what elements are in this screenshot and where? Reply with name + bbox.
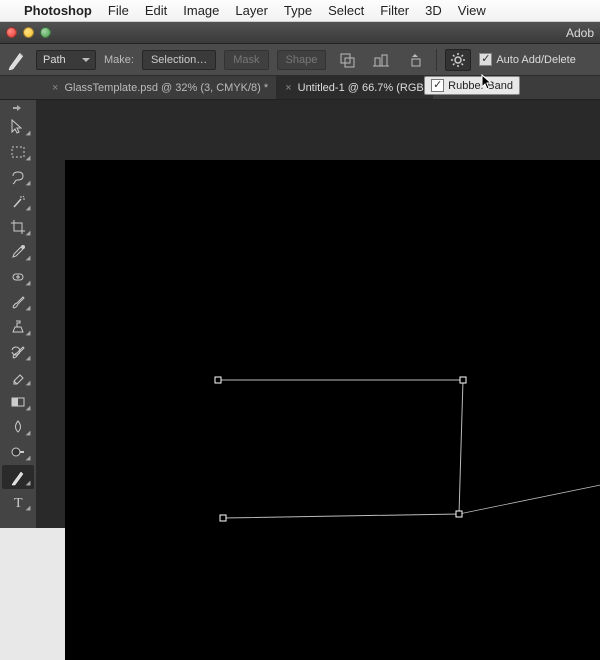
check-icon: ✓ <box>479 53 492 66</box>
blur-tool[interactable] <box>2 415 34 439</box>
marquee-tool[interactable] <box>2 140 34 164</box>
menu-file[interactable]: File <box>108 3 129 18</box>
tab-label: Untitled-1 @ 66.7% (RGB <box>298 82 424 94</box>
app-menu[interactable]: Photoshop <box>24 3 92 18</box>
document-tabbar: × GlassTemplate.psd @ 32% (3, CMYK/8) * … <box>0 76 600 100</box>
pen-tool[interactable] <box>2 465 34 489</box>
close-tab-icon[interactable]: × <box>52 82 58 94</box>
eraser-tool[interactable] <box>2 365 34 389</box>
move-tool[interactable] <box>2 115 34 139</box>
svg-text:T: T <box>14 496 23 511</box>
path-overlay <box>65 160 600 660</box>
menu-select[interactable]: Select <box>328 3 364 18</box>
auto-add-delete-label: Auto Add/Delete <box>496 54 576 66</box>
menu-layer[interactable]: Layer <box>235 3 268 18</box>
menu-type[interactable]: Type <box>284 3 312 18</box>
menu-image[interactable]: Image <box>183 3 219 18</box>
eyedropper-tool[interactable] <box>2 240 34 264</box>
gear-settings-button[interactable] <box>445 49 471 71</box>
document-tab[interactable]: × Untitled-1 @ 66.7% (RGB <box>277 76 433 99</box>
current-tool-icon[interactable] <box>6 49 28 71</box>
rubber-band-popover[interactable]: ✓ Rubber Band <box>424 76 520 95</box>
path-alignment-button[interactable] <box>368 49 394 71</box>
make-shape-button[interactable]: Shape <box>277 50 327 70</box>
window-title: Adob <box>566 26 594 40</box>
menu-filter[interactable]: Filter <box>380 3 409 18</box>
path-arrangement-button[interactable] <box>402 49 428 71</box>
zoom-window-button[interactable] <box>40 27 51 38</box>
menu-edit[interactable]: Edit <box>145 3 167 18</box>
tab-label: GlassTemplate.psd @ 32% (3, CMYK/8) * <box>64 82 268 94</box>
pen-mode-dropdown[interactable]: Path <box>36 50 96 70</box>
make-mask-button[interactable]: Mask <box>224 50 268 70</box>
check-icon: ✓ <box>431 79 444 92</box>
mac-menubar: Photoshop File Edit Image Layer Type Sel… <box>0 0 600 22</box>
menu-view[interactable]: View <box>458 3 486 18</box>
gradient-tool[interactable] <box>2 390 34 414</box>
canvas-viewport[interactable] <box>48 130 600 528</box>
brush-tool[interactable] <box>2 290 34 314</box>
type-tool[interactable]: T <box>2 490 34 514</box>
close-tab-icon[interactable]: × <box>285 82 291 94</box>
close-window-button[interactable] <box>6 27 17 38</box>
lasso-tool[interactable] <box>2 165 34 189</box>
make-selection-button[interactable]: Selection… <box>142 50 216 70</box>
dodge-tool[interactable] <box>2 440 34 464</box>
auto-add-delete-checkbox[interactable]: ✓ Auto Add/Delete <box>479 53 576 66</box>
path-operations-button[interactable] <box>334 49 360 71</box>
crop-tool[interactable] <box>2 215 34 239</box>
magic-wand-tool[interactable] <box>2 190 34 214</box>
options-bar: Path Make: Selection… Mask Shape ✓ Auto … <box>0 44 600 76</box>
minimize-window-button[interactable] <box>23 27 34 38</box>
tools-panel: T <box>0 100 36 528</box>
make-label: Make: <box>104 54 134 66</box>
healing-brush-tool[interactable] <box>2 265 34 289</box>
document-tab[interactable]: × GlassTemplate.psd @ 32% (3, CMYK/8) * <box>44 76 277 99</box>
workspace: T <box>0 100 600 528</box>
menu-3d[interactable]: 3D <box>425 3 442 18</box>
options-divider <box>436 49 437 71</box>
window-titlebar: Adob <box>0 22 600 44</box>
history-brush-tool[interactable] <box>2 340 34 364</box>
clone-stamp-tool[interactable] <box>2 315 34 339</box>
toolbar-collapse-icon[interactable] <box>2 102 34 114</box>
rubber-band-label: Rubber Band <box>448 80 513 92</box>
